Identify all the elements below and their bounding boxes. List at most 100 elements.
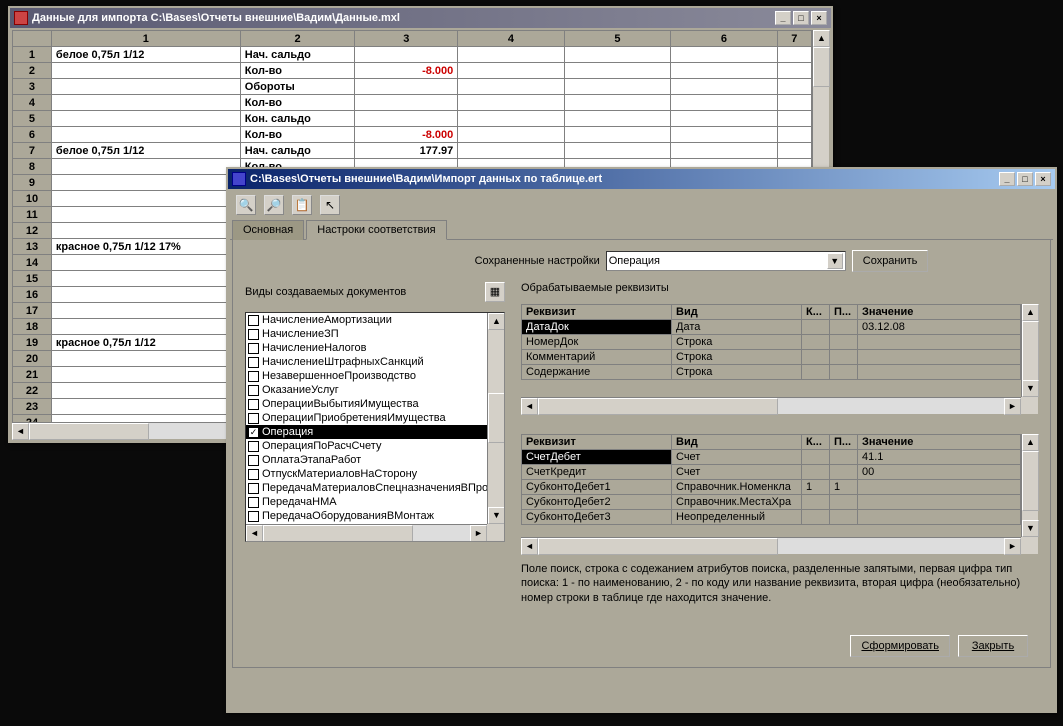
grid-cell[interactable]: [802, 350, 830, 365]
cell[interactable]: Кон. сальдо: [240, 111, 354, 127]
cell[interactable]: [51, 415, 240, 423]
row-header[interactable]: 17: [13, 303, 52, 319]
cell[interactable]: [564, 111, 670, 127]
grid-cell[interactable]: [802, 335, 830, 350]
requisites-grid-1[interactable]: РеквизитВидК...П...ЗначениеДатаДок Дата …: [521, 304, 1021, 380]
list-item[interactable]: ОказаниеУслуг: [246, 383, 487, 397]
grid-cell[interactable]: [830, 510, 858, 525]
checkbox-icon[interactable]: [248, 343, 259, 354]
scroll-up-icon[interactable]: ▲: [488, 313, 505, 330]
import-titlebar[interactable]: C:\Bases\Отчеты внешние\Вадим\Импорт дан…: [228, 169, 1055, 189]
cell[interactable]: [671, 95, 777, 111]
grid2-hscroll[interactable]: ◄ ►: [521, 537, 1021, 554]
cell[interactable]: [51, 191, 240, 207]
cell[interactable]: [777, 63, 811, 79]
column-header[interactable]: 1: [51, 31, 240, 47]
cell[interactable]: [51, 367, 240, 383]
close-dialog-button[interactable]: Закрыть: [958, 635, 1028, 657]
checkbox-icon[interactable]: [248, 511, 259, 522]
grid-cell[interactable]: Справочник.МестаХра: [672, 495, 802, 510]
scroll-left-icon[interactable]: ◄: [12, 423, 29, 440]
cell[interactable]: [458, 63, 564, 79]
list-item[interactable]: ОперацииПриобретенияИмущества: [246, 411, 487, 425]
maximize-button[interactable]: □: [1017, 172, 1033, 186]
cell[interactable]: [51, 223, 240, 239]
cell[interactable]: [671, 127, 777, 143]
list-item[interactable]: НачислениеАмортизации: [246, 313, 487, 327]
grid-cell[interactable]: [802, 510, 830, 525]
minimize-button[interactable]: _: [775, 11, 791, 25]
cell[interactable]: -8.000: [355, 63, 458, 79]
cell[interactable]: [51, 271, 240, 287]
cell[interactable]: [355, 95, 458, 111]
scroll-down-icon[interactable]: ▼: [1022, 520, 1039, 537]
cell[interactable]: [564, 143, 670, 159]
list-item[interactable]: ПередачаМатериаловСпецназначенияВПроиз: [246, 481, 487, 495]
toolbar-btn-1[interactable]: 🔍: [236, 195, 256, 215]
grid-header[interactable]: Вид: [672, 305, 802, 320]
cell[interactable]: [458, 47, 564, 63]
checkbox-icon[interactable]: [248, 315, 259, 326]
checkbox-icon[interactable]: [248, 399, 259, 410]
toolbar-btn-3[interactable]: 📋: [292, 195, 312, 215]
row-header[interactable]: 3: [13, 79, 52, 95]
chevron-down-icon[interactable]: ▼: [827, 253, 843, 269]
column-header[interactable]: 5: [564, 31, 670, 47]
grid-header[interactable]: Реквизит: [522, 435, 672, 450]
cell[interactable]: [51, 303, 240, 319]
scroll-down-icon[interactable]: ▼: [488, 507, 505, 524]
scroll-left-icon[interactable]: ◄: [521, 538, 538, 555]
grid-header[interactable]: К...: [802, 435, 830, 450]
cell[interactable]: [671, 47, 777, 63]
row-header[interactable]: 15: [13, 271, 52, 287]
scroll-right-icon[interactable]: ►: [1004, 538, 1021, 555]
cell[interactable]: [777, 127, 811, 143]
grid-header[interactable]: П...: [830, 305, 858, 320]
grid-cell[interactable]: Комментарий: [522, 350, 672, 365]
grid-header[interactable]: Значение: [858, 305, 1021, 320]
scroll-thumb[interactable]: [488, 393, 505, 443]
checkbox-icon[interactable]: [248, 441, 259, 452]
cell[interactable]: [51, 111, 240, 127]
cell[interactable]: [51, 383, 240, 399]
column-header[interactable]: 6: [671, 31, 777, 47]
row-header[interactable]: 16: [13, 287, 52, 303]
grid-header[interactable]: Значение: [858, 435, 1021, 450]
grid-cell[interactable]: [802, 495, 830, 510]
grid-cell[interactable]: Счет: [672, 465, 802, 480]
cell[interactable]: [777, 95, 811, 111]
cell[interactable]: [355, 79, 458, 95]
row-header[interactable]: 12: [13, 223, 52, 239]
row-header[interactable]: 24: [13, 415, 52, 423]
tab-main[interactable]: Основная: [232, 220, 304, 240]
close-button[interactable]: ×: [1035, 172, 1051, 186]
grid-header[interactable]: Вид: [672, 435, 802, 450]
grid-cell[interactable]: [802, 450, 830, 465]
spreadsheet-titlebar[interactable]: Данные для импорта C:\Bases\Отчеты внешн…: [10, 8, 831, 28]
scroll-right-icon[interactable]: ►: [470, 525, 487, 542]
row-header[interactable]: 11: [13, 207, 52, 223]
checkbox-icon[interactable]: [248, 371, 259, 382]
scroll-thumb[interactable]: [1022, 451, 1039, 511]
grid-cell[interactable]: [830, 495, 858, 510]
save-button[interactable]: Сохранить: [852, 250, 929, 272]
column-header[interactable]: 2: [240, 31, 354, 47]
grid-header[interactable]: П...: [830, 435, 858, 450]
grid-cell[interactable]: Дата: [672, 320, 802, 335]
grid-cell[interactable]: [830, 335, 858, 350]
grid1-hscroll[interactable]: ◄ ►: [521, 397, 1021, 414]
cell[interactable]: [671, 143, 777, 159]
cell[interactable]: [51, 95, 240, 111]
cell[interactable]: [355, 47, 458, 63]
grid-cell[interactable]: [802, 320, 830, 335]
scroll-up-icon[interactable]: ▲: [813, 30, 830, 47]
scroll-thumb[interactable]: [29, 423, 149, 440]
list-item[interactable]: НезавершенноеПроизводство: [246, 369, 487, 383]
cell[interactable]: Кол-во: [240, 63, 354, 79]
grid1-vscroll[interactable]: ▲ ▼: [1021, 304, 1038, 397]
grid-cell[interactable]: [858, 510, 1021, 525]
grid-cell[interactable]: Счет: [672, 450, 802, 465]
cell[interactable]: [777, 143, 811, 159]
cell[interactable]: [777, 79, 811, 95]
row-header[interactable]: 22: [13, 383, 52, 399]
